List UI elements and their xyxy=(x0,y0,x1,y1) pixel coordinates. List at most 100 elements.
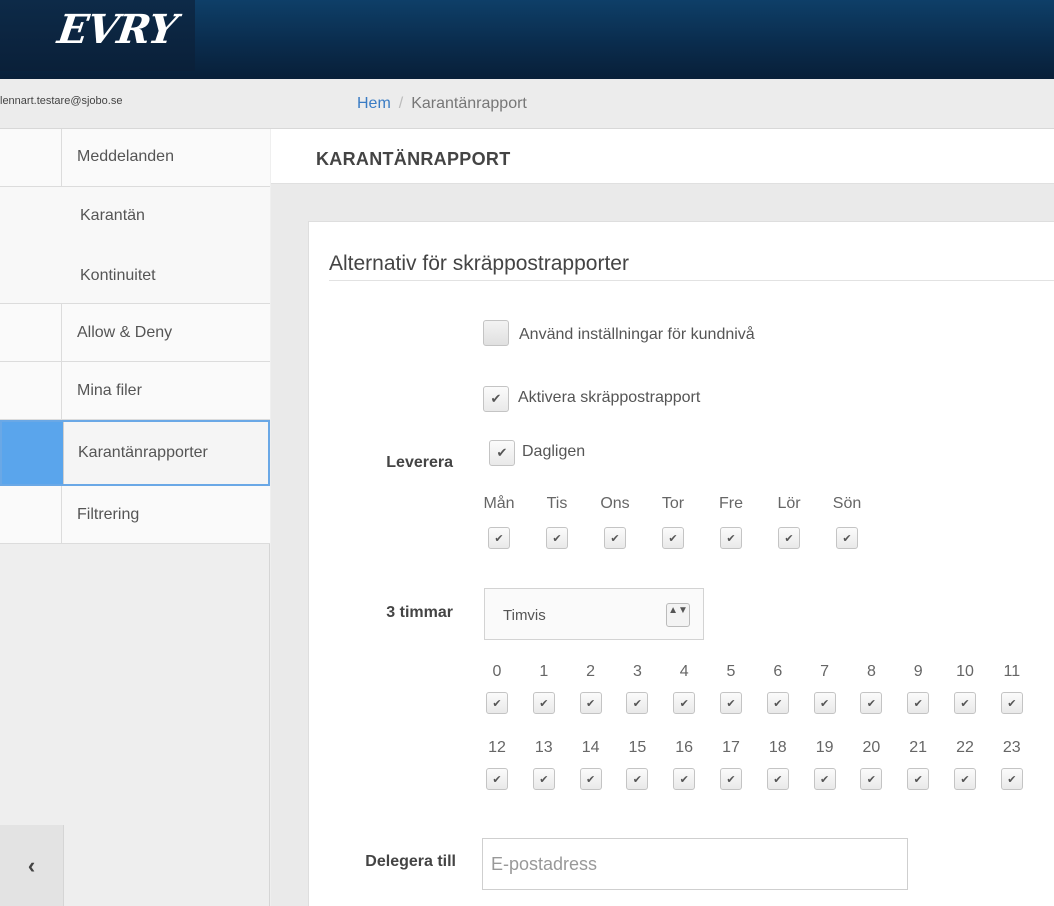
interval-label: 3 timmar xyxy=(386,604,453,621)
check-icon: ✔ xyxy=(494,532,504,545)
sidebar-item-strip xyxy=(0,129,62,186)
check-icon: ✔ xyxy=(784,532,794,545)
sidebar-item-kontinuitet[interactable]: Kontinuitet xyxy=(0,245,270,303)
hour-checkbox[interactable]: ✔ xyxy=(579,768,602,790)
sidebar-item-filtrering[interactable]: Filtrering xyxy=(0,486,270,544)
weekday-checkbox[interactable]: ✔ xyxy=(488,527,510,549)
hour-checkbox[interactable]: ✔ xyxy=(860,768,883,790)
hour-checkbox[interactable]: ✔ xyxy=(720,768,742,790)
weekday-checkbox[interactable]: ✔ xyxy=(836,527,858,549)
hour-checkbox[interactable]: ✔ xyxy=(626,768,649,790)
weekday-checkbox[interactable]: ✔ xyxy=(720,527,742,549)
page-header: KARANTÄNRAPPORT xyxy=(271,129,1054,184)
hour-checkbox[interactable]: ✔ xyxy=(579,692,602,714)
sidebar-item-label: Filtrering xyxy=(77,506,140,523)
sidebar-item-mina-filer[interactable]: Mina filer xyxy=(0,362,270,420)
hour-label: 0 xyxy=(492,663,502,680)
check-icon: ✔ xyxy=(960,697,970,710)
weekday-checkbox[interactable]: ✔ xyxy=(778,527,800,549)
delegate-email-input[interactable] xyxy=(482,838,908,890)
sidebar-item-allow-deny[interactable]: Allow & Deny xyxy=(0,304,270,362)
check-icon: ✔ xyxy=(1007,773,1017,786)
breadcrumb-home-link[interactable]: Hem xyxy=(357,95,391,112)
weekday-checkbox[interactable]: ✔ xyxy=(662,527,684,549)
check-icon: ✔ xyxy=(866,773,876,786)
check-icon: ✔ xyxy=(585,773,596,786)
hour-checkbox[interactable]: ✔ xyxy=(813,768,836,790)
hour-label: 5 xyxy=(726,663,736,680)
sidebar-item-karantanrapporter[interactable]: Karantänrapporter xyxy=(0,420,270,486)
sidebar-item-label: Mina filer xyxy=(77,382,142,399)
hour-label: 14 xyxy=(581,739,600,756)
hour-checkbox[interactable]: ✔ xyxy=(532,692,555,714)
interval-select[interactable]: Timvis ▲▼ xyxy=(484,588,704,640)
sidebar-collapse-button[interactable]: ‹ xyxy=(0,825,64,906)
check-icon: ✔ xyxy=(726,773,736,786)
hour-label: 12 xyxy=(488,739,506,756)
hour-label: 16 xyxy=(675,739,694,756)
check-icon: ✔ xyxy=(496,445,508,460)
sidebar-item-meddelanden[interactable]: Meddelanden xyxy=(0,129,270,187)
sidebar: Meddelanden Karantän Kontinuitet Allow &… xyxy=(0,129,270,906)
daily-checkbox[interactable]: ✔ xyxy=(489,440,515,466)
hour-label: 15 xyxy=(628,739,647,756)
sidebar-item-label: Meddelanden xyxy=(77,148,174,165)
chevron-left-icon: ‹ xyxy=(27,852,36,878)
hour-checkbox[interactable]: ✔ xyxy=(860,692,883,714)
enable-report-label: Aktivera skräppostrapport xyxy=(518,389,701,406)
weekday-label: Ons xyxy=(600,495,630,512)
check-icon: ✔ xyxy=(679,773,689,786)
check-icon: ✔ xyxy=(1007,697,1017,710)
daily-label: Dagligen xyxy=(522,443,586,460)
hour-checkbox[interactable]: ✔ xyxy=(673,692,696,714)
weekday-checkbox[interactable]: ✔ xyxy=(604,527,626,549)
hour-checkbox[interactable]: ✔ xyxy=(720,692,742,714)
breadcrumb: Hem / Karantänrapport xyxy=(357,95,527,113)
check-icon: ✔ xyxy=(773,773,783,786)
hour-label: 23 xyxy=(1002,739,1021,756)
hour-label: 1 xyxy=(539,663,549,680)
weekday-label: Lör xyxy=(777,495,801,512)
interval-selected-value: Timvis xyxy=(503,607,546,624)
breadcrumb-current: Karantänrapport xyxy=(411,95,527,112)
panel-divider xyxy=(329,280,1054,281)
select-arrows-icon: ▲▼ xyxy=(666,603,690,627)
weekday-checkbox[interactable]: ✔ xyxy=(546,527,568,549)
user-email: lennart.testare@sjobo.se xyxy=(0,95,123,107)
hour-label: 20 xyxy=(862,739,881,756)
hour-checkbox[interactable]: ✔ xyxy=(626,692,649,714)
hour-checkbox[interactable]: ✔ xyxy=(813,692,836,714)
use-customer-settings-label: Använd inställningar för kundnivå xyxy=(519,326,755,343)
hour-checkbox[interactable]: ✔ xyxy=(954,768,976,790)
sidebar-item-label: Allow & Deny xyxy=(77,324,173,341)
hour-checkbox[interactable]: ✔ xyxy=(1000,692,1023,714)
check-icon: ✔ xyxy=(492,773,502,786)
weekday-label: Fre xyxy=(719,495,743,512)
enable-report-checkbox[interactable]: ✔ xyxy=(483,386,509,412)
use-customer-settings-checkbox[interactable] xyxy=(483,320,509,346)
sidebar-item-label: Kontinuitet xyxy=(80,267,156,284)
hour-checkbox[interactable]: ✔ xyxy=(907,768,930,790)
sidebar-item-karantan[interactable]: Karantän xyxy=(0,187,270,245)
hour-checkbox[interactable]: ✔ xyxy=(486,768,508,790)
hour-label: 17 xyxy=(722,739,740,756)
check-icon: ✔ xyxy=(842,532,852,545)
hour-checkbox[interactable]: ✔ xyxy=(532,768,555,790)
sidebar-item-label: Karantän xyxy=(80,207,145,224)
hour-checkbox[interactable]: ✔ xyxy=(907,692,930,714)
hour-checkbox[interactable]: ✔ xyxy=(766,768,789,790)
hour-label: 3 xyxy=(632,663,642,680)
hour-label: 18 xyxy=(768,739,787,756)
hour-checkbox[interactable]: ✔ xyxy=(766,692,789,714)
evry-logo[interactable]: EVRY xyxy=(0,0,195,71)
hour-checkbox[interactable]: ✔ xyxy=(673,768,696,790)
hour-label: 6 xyxy=(773,663,783,680)
hour-checkbox[interactable]: ✔ xyxy=(1000,768,1023,790)
hour-checkbox[interactable]: ✔ xyxy=(486,692,508,714)
hour-checkbox[interactable]: ✔ xyxy=(954,692,976,714)
check-icon: ✔ xyxy=(960,773,970,786)
check-icon: ✔ xyxy=(610,532,620,545)
deliver-label: Leverera xyxy=(386,454,453,471)
check-icon: ✔ xyxy=(632,773,642,786)
panel-title: Alternativ för skräppostrapporter xyxy=(329,252,629,275)
